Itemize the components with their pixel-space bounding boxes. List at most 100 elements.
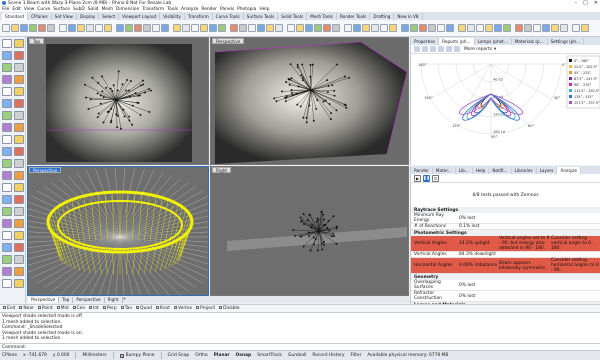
tab-render-tools[interactable]: Render Tools [337, 13, 371, 20]
cylinder-icon[interactable] [551, 24, 559, 32]
layers-icon[interactable] [494, 24, 502, 32]
new-file-icon[interactable] [323, 24, 331, 32]
osnap-vertex[interactable]: Vertex [173, 306, 192, 311]
osnap-toggle[interactable]: Osnap [236, 353, 252, 358]
move-icon[interactable] [14, 159, 24, 168]
osnap-point[interactable]: Point [37, 306, 53, 311]
point-icon[interactable] [14, 39, 24, 48]
viewport-tab-right[interactable]: Right [105, 296, 123, 303]
save-icon[interactable] [344, 24, 352, 32]
checkbox-icon[interactable] [3, 306, 6, 309]
cylinder-icon[interactable] [14, 123, 24, 132]
circle-icon[interactable] [14, 63, 24, 72]
checkbox-icon[interactable] [155, 306, 159, 309]
osnap-knot[interactable]: Knot [155, 306, 170, 311]
zoom-selected-icon[interactable] [143, 24, 151, 32]
light-icon[interactable] [572, 24, 580, 32]
line-icon[interactable] [2, 51, 12, 60]
camera-icon[interactable] [2, 279, 12, 288]
panel-tab-libraries[interactable]: Libraries [512, 167, 537, 174]
tab-new-in-v8[interactable]: New in V8 [394, 13, 423, 20]
osnap-int[interactable]: Int [89, 306, 99, 311]
cylinder-icon[interactable] [230, 24, 238, 32]
menu-item-edit[interactable]: Edit [12, 7, 21, 12]
chart-icon[interactable] [430, 46, 436, 52]
mesh-icon[interactable] [560, 24, 568, 32]
cut-icon[interactable] [371, 24, 379, 32]
four-viewports-icon[interactable] [152, 24, 160, 32]
dimension-icon[interactable] [2, 219, 12, 228]
hatch-icon[interactable] [14, 219, 24, 228]
osnap-icon[interactable] [275, 24, 283, 32]
osnap-project[interactable]: Project [196, 306, 215, 311]
checkbox-icon[interactable] [196, 306, 200, 309]
menu-item-mesh[interactable]: Mesh [101, 7, 113, 12]
menu-item-subd[interactable]: SubD [73, 7, 85, 12]
viewport-tab-perspective[interactable]: Perspective [28, 296, 60, 303]
undo-icon[interactable] [77, 24, 85, 32]
print-icon[interactable] [353, 24, 361, 32]
osnap-tan[interactable]: Tan [120, 306, 132, 311]
menu-item-help[interactable]: Help [259, 7, 269, 12]
open-folder-icon[interactable] [332, 24, 340, 32]
camera-icon[interactable] [581, 24, 589, 32]
mesh-icon[interactable] [14, 207, 24, 216]
menu-item-panels[interactable]: Panels [220, 7, 234, 12]
viewport-tab-top[interactable]: Top [59, 296, 74, 303]
help-icon[interactable] [314, 24, 322, 32]
redo-icon[interactable] [86, 24, 94, 32]
print-icon[interactable] [29, 24, 37, 32]
osnap-quad[interactable]: Quad [136, 306, 152, 311]
checkbox-icon[interactable] [19, 306, 23, 309]
viewport-label-top[interactable]: Top [29, 38, 45, 44]
cplane-status[interactable]: CPlane [2, 353, 17, 358]
zoom-extents-icon[interactable] [125, 24, 133, 32]
copy-icon[interactable] [380, 24, 388, 32]
panel-tab-lamps-phot-[interactable]: Lamps (phot... [475, 38, 512, 45]
hide-icon[interactable] [14, 243, 24, 252]
fillet-icon[interactable] [2, 135, 12, 144]
menu-item-tools[interactable]: Tools [167, 7, 178, 12]
explode-icon[interactable] [2, 159, 12, 168]
extrude-icon[interactable] [2, 111, 12, 120]
box-icon[interactable] [14, 111, 24, 120]
save-icon[interactable] [20, 24, 28, 32]
record-history-toggle[interactable]: Record History [312, 353, 344, 358]
import-icon[interactable] [362, 24, 370, 32]
tab-display[interactable]: Display [77, 13, 100, 20]
camera-icon[interactable] [257, 24, 265, 32]
add-viewport-icon[interactable]: + [123, 297, 127, 302]
undo-icon[interactable] [401, 24, 409, 32]
menu-item-surface[interactable]: Surface [53, 7, 70, 12]
menu-item-analyze[interactable]: Analyze [181, 7, 198, 12]
viewport-right[interactable]: Right [210, 166, 409, 296]
pan-icon[interactable] [95, 24, 103, 32]
refresh-icon[interactable]: ↻ [432, 174, 439, 182]
rotate-icon[interactable] [14, 171, 24, 180]
panel-tab-render[interactable]: Render [411, 167, 433, 174]
menu-item-dimension[interactable]: Dimension [116, 7, 139, 12]
light-icon[interactable] [14, 267, 24, 276]
report-icon[interactable] [414, 46, 420, 52]
layer-icon[interactable] [2, 243, 12, 252]
layer-status[interactable]: Bumpy Plane [126, 353, 155, 358]
checkbox-icon[interactable] [37, 306, 41, 309]
sphere-icon[interactable] [2, 123, 12, 132]
tab-visibility[interactable]: Visibility [160, 13, 185, 20]
tab-select[interactable]: Select [99, 13, 120, 20]
checkbox-icon[interactable] [219, 306, 223, 309]
grid-snap-toggle[interactable]: Grid Snap [168, 353, 190, 358]
zoom-window-icon[interactable] [458, 24, 466, 32]
four-viewports-icon[interactable] [476, 24, 484, 32]
viewport-perspective-active[interactable]: Perspective [27, 166, 209, 296]
checkbox-icon[interactable] [136, 306, 140, 309]
panel-tab-notifi-[interactable]: Notifi... [489, 167, 512, 174]
viewport-tab-perspective[interactable]: Perspective [73, 296, 105, 303]
panel-tab-mater-[interactable]: Mater... [433, 167, 456, 174]
rotate-view-icon[interactable] [428, 24, 436, 32]
units-status[interactable]: Millimeters [82, 353, 106, 358]
tab-standard[interactable]: Standard [2, 13, 29, 20]
tab-surface-tools[interactable]: Surface Tools [244, 13, 279, 20]
panel-tab-layers[interactable]: Layers [537, 167, 558, 174]
checkbox-icon[interactable] [120, 306, 124, 309]
